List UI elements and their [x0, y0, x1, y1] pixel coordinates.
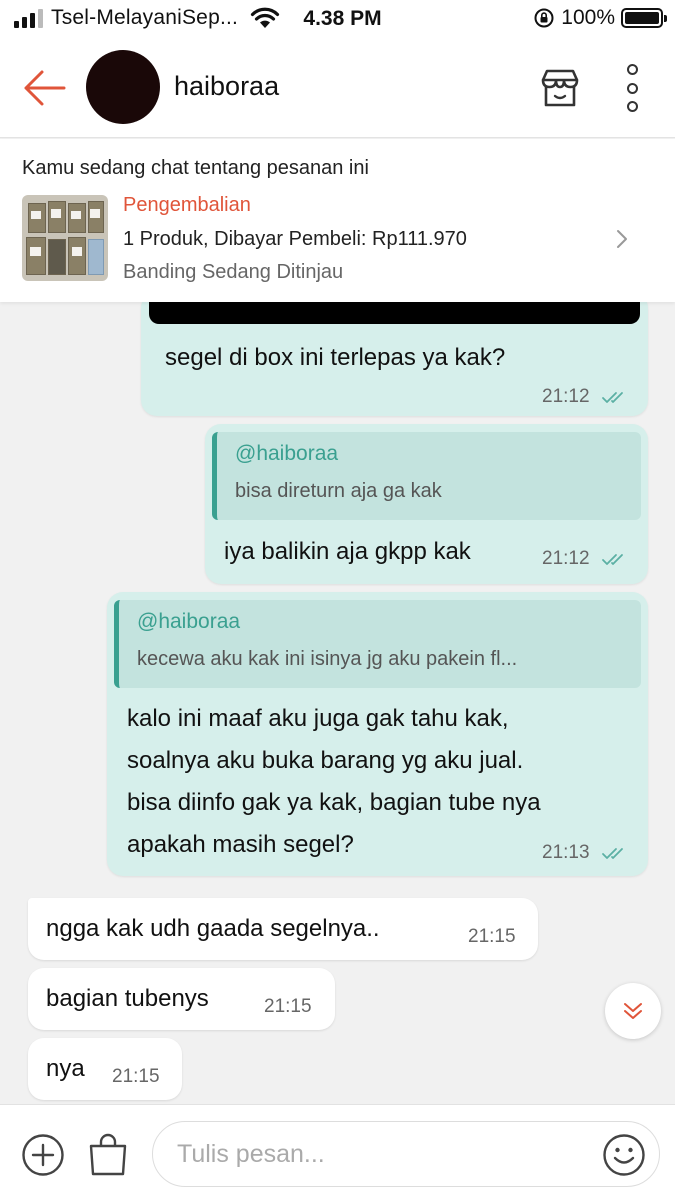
double-chevron-down-icon — [624, 1003, 642, 1019]
message-bubble-outgoing[interactable]: @haiboraa kecewa aku kak ini isinya jg a… — [107, 592, 648, 876]
rotation-lock-icon — [534, 8, 554, 28]
shop-icon[interactable] — [538, 66, 582, 110]
quoted-message[interactable]: @haiboraa kecewa aku kak ini isinya jg a… — [114, 600, 641, 688]
read-ticks-icon — [602, 554, 623, 565]
message-input[interactable] — [152, 1121, 660, 1187]
message-text: kalo ini maaf aku juga gak tahu kak, — [127, 705, 509, 732]
plus-circle-icon[interactable] — [21, 1133, 65, 1177]
message-time: 21:15 — [468, 926, 516, 947]
message-text: apakah masih segel? — [127, 831, 354, 858]
quoted-message[interactable]: @haiboraa bisa direturn aja ga kak — [212, 432, 641, 520]
message-list[interactable]: segel di box ini terlepas ya kak? 21:12 … — [0, 302, 675, 1104]
message-time: 21:12 — [542, 548, 590, 569]
chevron-right-icon[interactable] — [612, 227, 632, 251]
message-text: nya — [46, 1055, 85, 1082]
quoted-text: bisa direturn aja ga kak — [235, 480, 442, 502]
order-card[interactable]: Kamu sedang chat tentang pesanan ini Pen… — [0, 139, 675, 302]
message-bubble-outgoing[interactable]: @haiboraa bisa direturn aja ga kak iya b… — [205, 424, 648, 584]
message-text: bagian tubenys — [46, 985, 209, 1012]
message-time: 21:15 — [112, 1066, 160, 1087]
more-options-icon[interactable] — [618, 64, 646, 112]
quoted-author: @haiboraa — [235, 442, 339, 465]
shopping-bag-icon[interactable] — [86, 1131, 130, 1177]
composer-bar — [0, 1104, 675, 1200]
emoji-icon[interactable] — [602, 1133, 646, 1177]
message-bubble-incoming[interactable]: ngga kak udh gaada segelnya.. 21:15 — [28, 898, 538, 960]
battery-icon — [621, 8, 667, 28]
quoted-author: @haiboraa — [137, 610, 241, 633]
battery-percent: 100% — [561, 6, 615, 29]
message-bubble-outgoing[interactable]: segel di box ini terlepas ya kak? 21:12 — [141, 302, 648, 416]
message-bubble-incoming[interactable]: bagian tubenys 21:15 — [28, 968, 335, 1030]
message-text: soalnya aku buka barang yg aku jual. — [127, 747, 524, 774]
status-bar: Tsel-MelayaniSep... 4.38 PM 100% — [0, 0, 675, 38]
back-arrow-icon[interactable] — [20, 66, 70, 110]
scroll-to-bottom-button[interactable] — [605, 983, 661, 1039]
message-text: segel di box ini terlepas ya kak? — [165, 344, 506, 371]
message-bubble-incoming[interactable]: nya 21:15 — [28, 1038, 182, 1100]
message-time: 21:13 — [542, 842, 590, 863]
status-right: 100% — [533, 6, 667, 30]
read-ticks-icon — [602, 848, 623, 859]
order-status: Pengembalian — [123, 194, 251, 216]
quoted-text: kecewa aku kak ini isinya jg aku pakein … — [137, 648, 518, 670]
chat-header: haiboraa — [0, 38, 675, 138]
message-text: iya balikin aja gkpp kak — [224, 538, 471, 565]
order-intro: Kamu sedang chat tentang pesanan ini — [22, 157, 369, 179]
product-thumbnail — [22, 195, 108, 281]
avatar[interactable] — [86, 50, 160, 124]
read-ticks-icon — [602, 392, 623, 403]
order-detail: 1 Produk, Dibayar Pembeli: Rp111.970 — [123, 228, 467, 250]
message-text: ngga kak udh gaada segelnya.. — [46, 915, 380, 942]
message-time: 21:12 — [542, 386, 590, 407]
message-text: bisa diinfo gak ya kak, bagian tube nya — [127, 789, 541, 816]
image-attachment[interactable] — [149, 302, 640, 324]
order-sub-status: Banding Sedang Ditinjau — [123, 261, 344, 283]
message-time: 21:15 — [264, 996, 312, 1017]
contact-name[interactable]: haiboraa — [174, 71, 279, 102]
